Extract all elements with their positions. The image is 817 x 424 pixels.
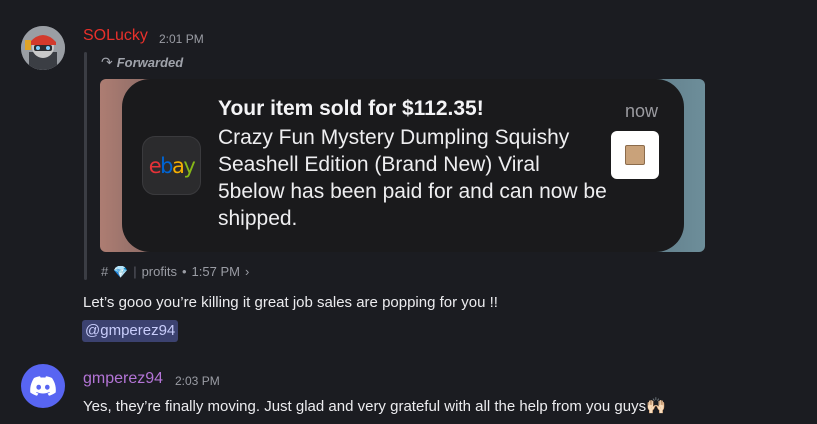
discord-logo-icon [30, 376, 56, 396]
forwarded-image[interactable]: ebay Your item sold for $112.35! Crazy F… [100, 79, 705, 252]
source-dot: • [181, 264, 187, 279]
notification-card: ebay Your item sold for $112.35! Crazy F… [122, 79, 684, 252]
username[interactable]: gmperez94 [83, 370, 163, 388]
notification-body: Crazy Fun Mystery Dumpling Squishy Seash… [218, 126, 607, 230]
chevron-right-icon[interactable]: › [245, 264, 249, 279]
avatar[interactable] [21, 26, 65, 70]
message-text-line: Yes, they’re finally moving. Just glad a… [83, 396, 666, 416]
message-text: Yes, they’re finally moving. Just glad a… [83, 398, 647, 415]
robot-avatar-icon [21, 26, 65, 70]
forwarded-label: ↷ Forwarded [101, 54, 183, 71]
message-timestamp[interactable]: 2:03 PM [175, 374, 220, 388]
username[interactable]: SOLucky [83, 27, 148, 45]
gem-icon: 💎 [113, 264, 129, 279]
user-mention[interactable]: @gmperez94 [82, 320, 179, 342]
channel-hash-icon: # [101, 264, 109, 279]
ebay-letter-e: e [148, 153, 162, 178]
ebay-app-icon: ebay [142, 136, 201, 195]
ebay-letter-a: a [171, 153, 185, 178]
product-thumbnail [611, 131, 659, 179]
ebay-letter-y: y [183, 153, 195, 178]
chat-view: SOLucky 2:01 PM ↷ Forwarded ebay Your it… [0, 0, 817, 424]
notification-time: now [624, 101, 658, 121]
forward-source[interactable]: # 💎 | profits • 1:57 PM › [101, 264, 249, 279]
source-time: 1:57 PM [191, 264, 240, 279]
forwarded-text: Forwarded [116, 55, 184, 70]
source-channel[interactable]: profits [142, 264, 177, 279]
notification-title: Your item sold for $112.35! [218, 97, 484, 120]
ebay-letter-b: b [160, 153, 173, 178]
source-separator: | [133, 264, 137, 279]
message-text: Let’s gooo you’re killing it great job s… [83, 294, 498, 311]
product-image [625, 145, 645, 165]
avatar[interactable] [21, 364, 65, 408]
forward-bar [84, 52, 87, 280]
message-timestamp[interactable]: 2:01 PM [159, 32, 204, 46]
raised-hands-emoji-icon: 🙌🏻 [646, 398, 666, 415]
forward-arrow-icon: ↷ [101, 54, 113, 70]
